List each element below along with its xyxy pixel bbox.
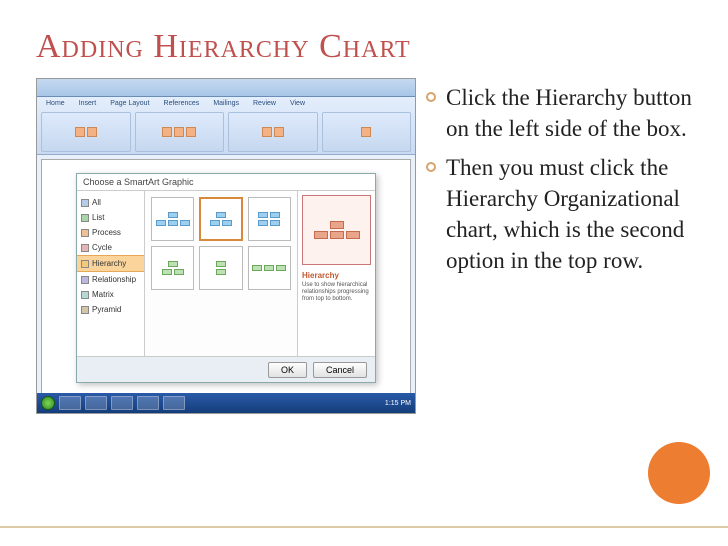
ribbon-icon[interactable] <box>75 127 85 137</box>
category-swatch-icon <box>81 276 89 284</box>
layout-thumb[interactable] <box>248 246 291 290</box>
document-area: Choose a SmartArt Graphic All List Proce… <box>41 159 411 397</box>
app-screenshot: Home Insert Page Layout References Maili… <box>36 78 416 414</box>
category-label: Cycle <box>92 243 112 252</box>
start-button-icon[interactable] <box>41 396 55 410</box>
ribbon-icon[interactable] <box>174 127 184 137</box>
category-label: Relationship <box>92 275 136 284</box>
window-titlebar <box>37 79 415 97</box>
category-label: All <box>92 198 101 207</box>
ribbon-tab[interactable]: Home <box>43 99 68 108</box>
layout-thumb[interactable] <box>248 197 291 241</box>
category-swatch-icon <box>81 199 89 207</box>
taskbar-item[interactable] <box>85 396 107 410</box>
category-swatch-icon <box>81 291 89 299</box>
layout-thumb[interactable] <box>151 197 194 241</box>
ribbon-icon[interactable] <box>186 127 196 137</box>
ribbon-icon[interactable] <box>274 127 284 137</box>
category-pyramid[interactable]: Pyramid <box>77 302 144 317</box>
ribbon-group <box>41 112 131 152</box>
ribbon-icon[interactable] <box>262 127 272 137</box>
ok-button[interactable]: OK <box>268 362 307 378</box>
category-swatch-icon <box>81 260 89 268</box>
category-swatch-icon <box>81 244 89 252</box>
dialog-body: All List Process Cycle Hierarchy Relatio… <box>77 191 375 356</box>
layout-thumb[interactable] <box>151 246 194 290</box>
category-swatch-icon <box>81 306 89 314</box>
preview-image <box>302 195 371 265</box>
category-relationship[interactable]: Relationship <box>77 272 144 287</box>
bullet-marker-icon <box>426 92 436 102</box>
bullet-item: Click the Hierarchy button on the left s… <box>426 82 692 144</box>
category-process[interactable]: Process <box>77 225 144 240</box>
layout-thumb[interactable] <box>199 246 242 290</box>
category-label: Process <box>92 228 121 237</box>
decorative-circle-icon <box>648 442 710 504</box>
taskbar-item[interactable] <box>59 396 81 410</box>
ribbon-tabs: Home Insert Page Layout References Maili… <box>37 97 415 110</box>
ribbon-group <box>228 112 318 152</box>
taskbar: 1:15 PM <box>37 393 415 413</box>
slide-content: Home Insert Page Layout References Maili… <box>36 78 692 414</box>
taskbar-clock: 1:15 PM <box>385 400 411 407</box>
bullet-item: Then you must click the Hierarchy Organi… <box>426 152 692 276</box>
category-swatch-icon <box>81 229 89 237</box>
category-cycle[interactable]: Cycle <box>77 240 144 255</box>
ribbon-icon[interactable] <box>87 127 97 137</box>
ribbon-tab[interactable]: Review <box>250 99 279 108</box>
ribbon-group <box>322 112 412 152</box>
ribbon-tab[interactable]: Mailings <box>210 99 242 108</box>
ribbon-icon[interactable] <box>162 127 172 137</box>
preview-pane: Hierarchy Use to show hierarchical relat… <box>297 191 375 356</box>
category-list: All List Process Cycle Hierarchy Relatio… <box>77 191 145 356</box>
ribbon-group <box>135 112 225 152</box>
slide-title: Adding Hierarchy Chart <box>36 28 692 66</box>
ribbon-tab[interactable]: View <box>287 99 308 108</box>
ribbon-icon[interactable] <box>361 127 371 137</box>
category-label: Matrix <box>92 290 114 299</box>
cancel-button[interactable]: Cancel <box>313 362 367 378</box>
slide: Adding Hierarchy Chart Home Insert Page … <box>0 0 728 546</box>
category-matrix[interactable]: Matrix <box>77 287 144 302</box>
ribbon-tab[interactable]: References <box>161 99 203 108</box>
ribbon: Home Insert Page Layout References Maili… <box>37 97 415 155</box>
category-label: Pyramid <box>92 305 121 314</box>
ribbon-body <box>37 110 415 154</box>
category-list-item[interactable]: List <box>77 210 144 225</box>
layout-gallery <box>145 191 297 356</box>
preview-title: Hierarchy <box>302 271 371 280</box>
category-all[interactable]: All <box>77 195 144 210</box>
bullet-text: Then you must click the Hierarchy Organi… <box>446 152 692 276</box>
bullet-text: Click the Hierarchy button on the left s… <box>446 82 692 144</box>
taskbar-item[interactable] <box>137 396 159 410</box>
layout-thumb-selected[interactable] <box>199 197 242 241</box>
ribbon-tab[interactable]: Insert <box>76 99 100 108</box>
preview-description: Use to show hierarchical relationships p… <box>302 282 371 304</box>
decorative-line <box>0 526 728 528</box>
category-swatch-icon <box>81 214 89 222</box>
category-label: Hierarchy <box>92 259 126 268</box>
dialog-title: Choose a SmartArt Graphic <box>77 174 375 191</box>
dialog-buttons: OK Cancel <box>77 356 375 382</box>
taskbar-item[interactable] <box>111 396 133 410</box>
taskbar-item[interactable] <box>163 396 185 410</box>
ribbon-tab[interactable]: Page Layout <box>107 99 152 108</box>
bullet-marker-icon <box>426 162 436 172</box>
smartart-dialog: Choose a SmartArt Graphic All List Proce… <box>76 173 376 383</box>
category-hierarchy[interactable]: Hierarchy <box>77 255 144 272</box>
category-label: List <box>92 213 104 222</box>
bullet-list: Click the Hierarchy button on the left s… <box>426 78 692 414</box>
